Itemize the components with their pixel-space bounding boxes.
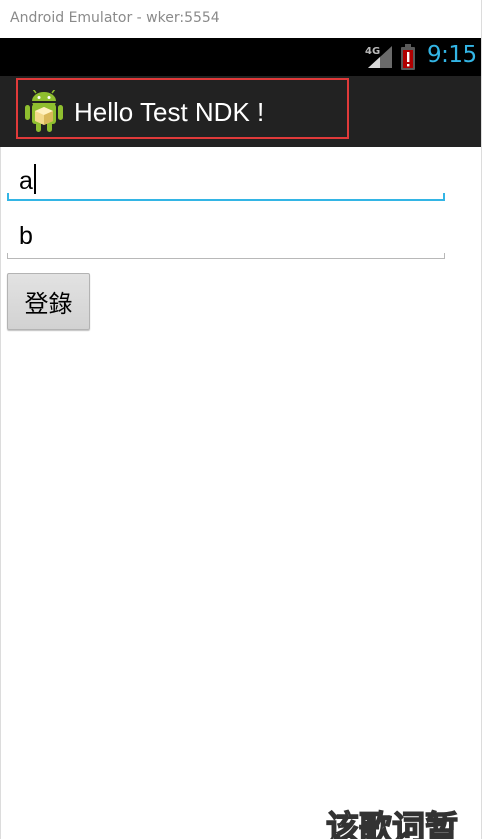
input-field-b[interactable]: b [7, 215, 445, 259]
input-field-a-value: a [19, 167, 33, 195]
emulator-window-titlebar: Android Emulator - wker:5554 [0, 0, 482, 39]
android-robot-icon[interactable] [24, 90, 64, 134]
input-field-b-underline [7, 258, 445, 259]
input-field-b-value: b [19, 222, 33, 250]
battery-alert-icon [401, 44, 415, 70]
input-field-b-tick-right [444, 253, 445, 259]
screen-left-border [0, 147, 1, 839]
text-caret [33, 164, 36, 194]
input-field-a-underline [7, 199, 445, 201]
signal-4g-icon: 4G [365, 46, 392, 68]
login-button[interactable]: 登錄 [7, 273, 90, 330]
app-title: Hello Test NDK ! [74, 97, 265, 127]
status-clock: 9:15 [427, 42, 477, 68]
corner-watermark: 该歌词暂 [326, 803, 482, 839]
watermark-text: 该歌词暂 [326, 807, 459, 839]
network-type-label: 4G [365, 46, 380, 57]
input-field-a[interactable]: a [7, 157, 445, 201]
window-title: Android Emulator - wker:5554 [10, 10, 220, 26]
input-field-a-tick-left [7, 193, 9, 201]
input-field-a-tick-right [443, 193, 445, 201]
input-field-b-tick-left [7, 253, 8, 259]
